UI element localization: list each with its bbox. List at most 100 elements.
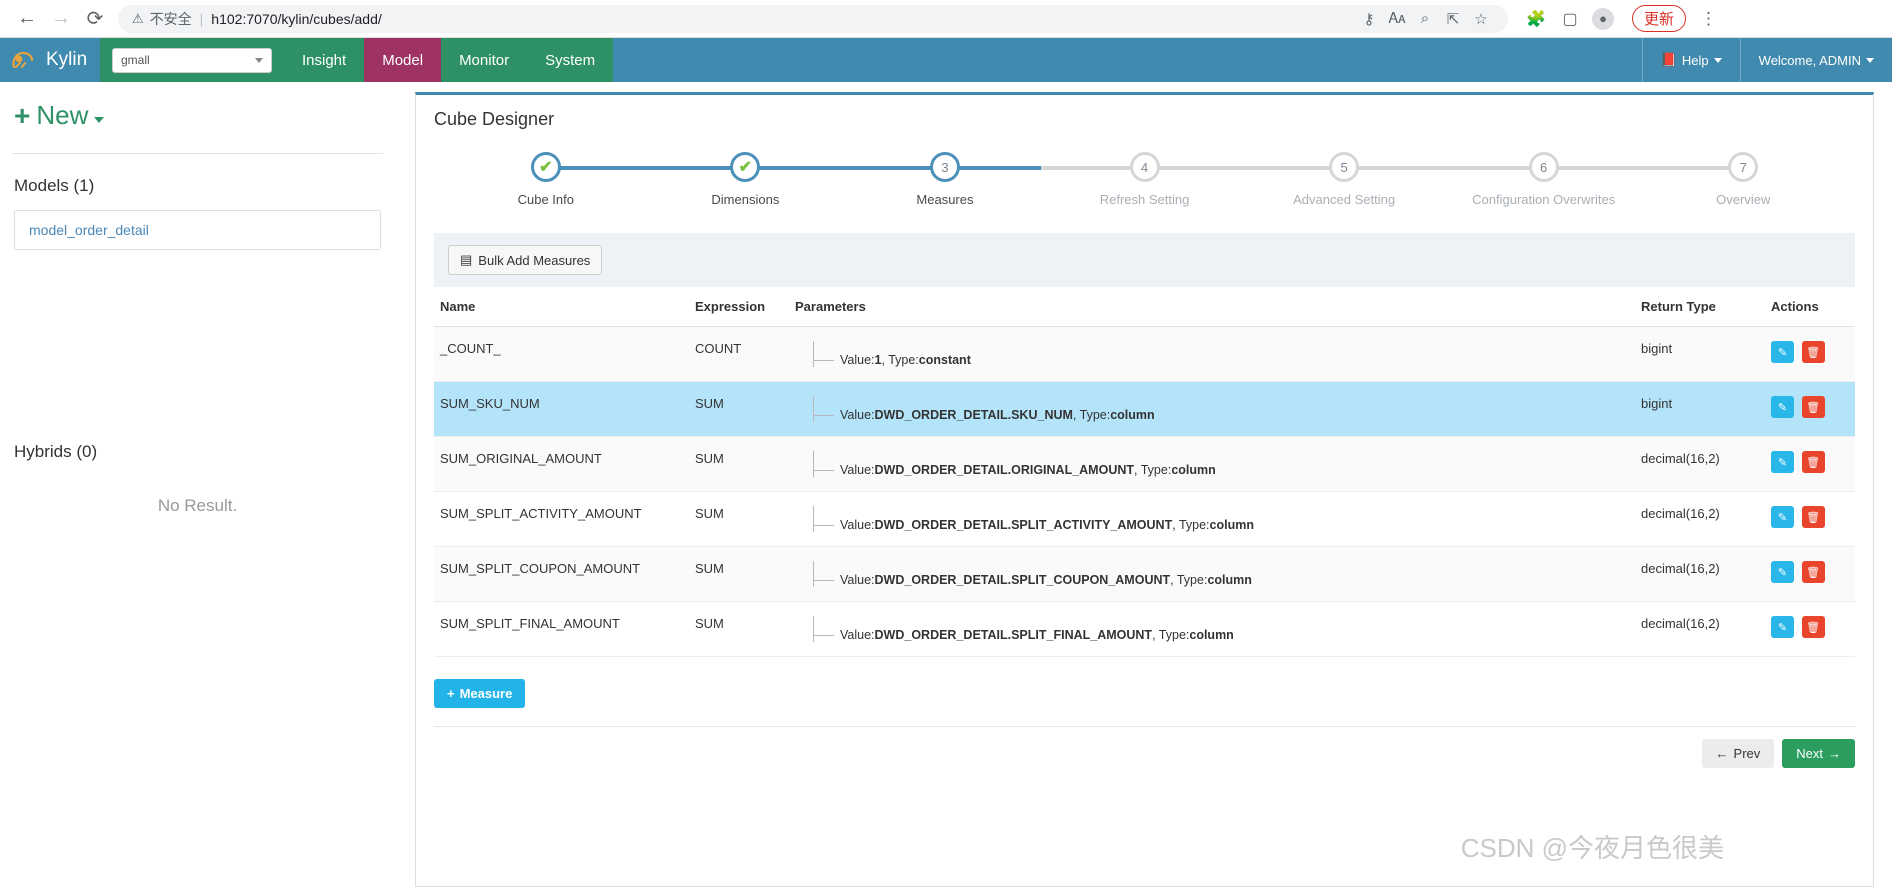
brand-text: Kylin (46, 49, 88, 70)
step-circle: ✔ (530, 152, 561, 182)
nav-item-model[interactable]: Model (364, 38, 442, 82)
warning-triangle-icon: ⚠ (132, 11, 144, 26)
cell-parameters: Value:DWD_ORDER_DETAIL.SPLIT_ACTIVITY_AM… (789, 491, 1635, 547)
trash-icon[interactable]: 🗑 (1801, 616, 1825, 638)
param-type-label: , Type: (1134, 463, 1172, 477)
project-selector-wrap: gmall (100, 38, 284, 82)
param-value: DWD_ORDER_DETAIL.SKU_NUM (874, 408, 1073, 422)
cell-name: SUM_SPLIT_ACTIVITY_AMOUNT (434, 491, 689, 547)
translate-icon[interactable]: 🗛 (1384, 6, 1410, 32)
param-type-label: , Type: (1170, 573, 1208, 587)
cell-name: SUM_ORIGINAL_AMOUNT (434, 436, 689, 492)
param-type-label: , Type: (1172, 518, 1210, 532)
step-label: Measures (916, 192, 974, 207)
list-item[interactable]: model_order_detail (14, 210, 381, 250)
trash-icon[interactable]: 🗑 (1801, 561, 1825, 583)
plus-icon: + (447, 686, 455, 701)
trash-icon[interactable]: 🗑 (1801, 341, 1825, 363)
chevron-down-icon (1713, 57, 1722, 63)
table-row[interactable]: _COUNT_ COUNT Value:1, Type:constant big… (434, 326, 1855, 382)
table-row[interactable]: SUM_SKU_NUM SUM Value:DWD_ORDER_DETAIL.S… (434, 381, 1855, 437)
pencil-icon[interactable]: ✎ (1771, 561, 1794, 583)
side-panel-icon[interactable]: ▢ (1558, 7, 1582, 31)
pencil-icon[interactable]: ✎ (1771, 341, 1794, 363)
cell-expression: SUM (689, 546, 789, 602)
user-menu[interactable]: Welcome, ADMIN (1741, 38, 1892, 82)
pencil-icon[interactable]: ✎ (1771, 451, 1794, 473)
add-measure-button[interactable]: + Measure (434, 679, 526, 708)
new-label: New (36, 100, 89, 130)
step-circle: 5 (1329, 152, 1360, 182)
divider (12, 153, 383, 154)
table-row[interactable]: SUM_SPLIT_FINAL_AMOUNT SUM Value:DWD_ORD… (434, 601, 1855, 657)
key-icon[interactable]: ⚷ (1356, 6, 1382, 32)
arrow-left-icon: ← (1715, 746, 1729, 761)
hybrids-empty-state: No Result. (157, 496, 238, 515)
measures-toolbar: ▤ Bulk Add Measures (434, 233, 1855, 287)
nav-item-system[interactable]: System (527, 38, 614, 82)
bulk-add-measures-button[interactable]: ▤ Bulk Add Measures (448, 245, 603, 275)
param-type: column (1110, 408, 1155, 422)
table-row[interactable]: SUM_ORIGINAL_AMOUNT SUM Value:DWD_ORDER_… (434, 436, 1855, 492)
step-cube-info[interactable]: ✔ Cube Info (446, 152, 746, 207)
pencil-icon[interactable]: ✎ (1771, 396, 1794, 418)
param-prefix: Value: (840, 408, 875, 422)
back-icon[interactable]: ← (10, 2, 44, 36)
update-button[interactable]: 更新 (1632, 5, 1687, 32)
cell-expression: SUM (689, 381, 789, 437)
star-icon[interactable]: ☆ (1468, 6, 1494, 32)
param-type: column (1207, 573, 1252, 587)
cell-parameters: Value:DWD_ORDER_DETAIL.SPLIT_FINAL_AMOUN… (789, 601, 1635, 657)
address-bar[interactable]: ⚠ 不安全 | h102:7070/kylin/cubes/add/ ⚷ 🗛 ⌕… (118, 4, 1508, 33)
nav-item-insight[interactable]: Insight (284, 38, 365, 82)
pencil-icon[interactable]: ✎ (1771, 616, 1794, 638)
param-type-label: , Type: (881, 353, 919, 367)
cell-parameters: Value:DWD_ORDER_DETAIL.SPLIT_COUPON_AMOU… (789, 546, 1635, 602)
puzzle-icon[interactable]: 🧩 (1524, 7, 1548, 31)
cell-return-type: decimal(16,2) (1635, 546, 1765, 602)
models-section-title: Models (1) (14, 176, 95, 195)
prev-label: Prev (1733, 746, 1761, 761)
nav-item-monitor[interactable]: Monitor (441, 38, 528, 82)
cell-return-type: bigint (1635, 381, 1765, 437)
prev-button[interactable]: ← Prev (1701, 739, 1775, 768)
trash-icon[interactable]: 🗑 (1801, 396, 1825, 418)
kebab-menu-icon[interactable]: ⋮ (1696, 9, 1721, 29)
cell-expression: SUM (689, 601, 789, 657)
page-body: + New Models (1) model_order_detail Hybr… (0, 82, 1892, 887)
new-button[interactable]: + New (0, 100, 395, 131)
profile-avatar-icon[interactable]: ● (1592, 7, 1614, 30)
forward-icon[interactable]: → (44, 2, 78, 36)
project-select[interactable]: gmall (112, 47, 272, 73)
step-measures[interactable]: 3 Measures (845, 152, 1145, 207)
step-dimensions[interactable]: ✔ Dimensions (646, 152, 945, 207)
share-icon[interactable]: ⇱ (1440, 6, 1466, 32)
next-button[interactable]: Next → (1782, 739, 1855, 768)
cell-actions: ✎ 🗑 (1765, 326, 1855, 382)
help-menu[interactable]: 📕 Help (1643, 38, 1740, 82)
cube-designer-panel: Cube Designer ✔ Cube Info ✔ Dimensions 3… (415, 92, 1874, 887)
column-header-name: Name (434, 287, 689, 327)
reload-icon[interactable]: ⟳ (78, 2, 112, 36)
column-header-return-type: Return Type (1635, 287, 1765, 327)
step-configuration-overwrites[interactable]: 6 Configuration Overwrites (1444, 152, 1744, 207)
cell-expression: SUM (689, 436, 789, 492)
measures-table-body: _COUNT_ COUNT Value:1, Type:constant big… (434, 326, 1855, 657)
table-row[interactable]: SUM_SPLIT_COUPON_AMOUNT SUM Value:DWD_OR… (434, 546, 1855, 602)
step-overview[interactable]: 7 Overview (1643, 152, 1843, 207)
param-type: column (1189, 628, 1234, 642)
pencil-icon[interactable]: ✎ (1771, 506, 1794, 528)
cell-return-type: bigint (1635, 326, 1765, 382)
cell-actions: ✎ 🗑 (1765, 436, 1855, 492)
nav-right: 📕 Help Welcome, ADMIN (1641, 38, 1892, 82)
step-label: Cube Info (517, 192, 574, 207)
trash-icon[interactable]: 🗑 (1801, 506, 1825, 528)
url-text: h102:7070/kylin/cubes/add/ (211, 10, 382, 27)
brand[interactable]: Kylin (0, 38, 100, 82)
trash-icon[interactable]: 🗑 (1801, 451, 1825, 473)
cell-return-type: decimal(16,2) (1635, 436, 1765, 492)
zoom-out-icon[interactable]: ⌕ (1412, 6, 1438, 32)
table-row[interactable]: SUM_SPLIT_ACTIVITY_AMOUNT SUM Value:DWD_… (434, 491, 1855, 547)
step-refresh-setting[interactable]: 4 Refresh Setting (1045, 152, 1345, 207)
step-advanced-setting[interactable]: 5 Advanced Setting (1244, 152, 1544, 207)
